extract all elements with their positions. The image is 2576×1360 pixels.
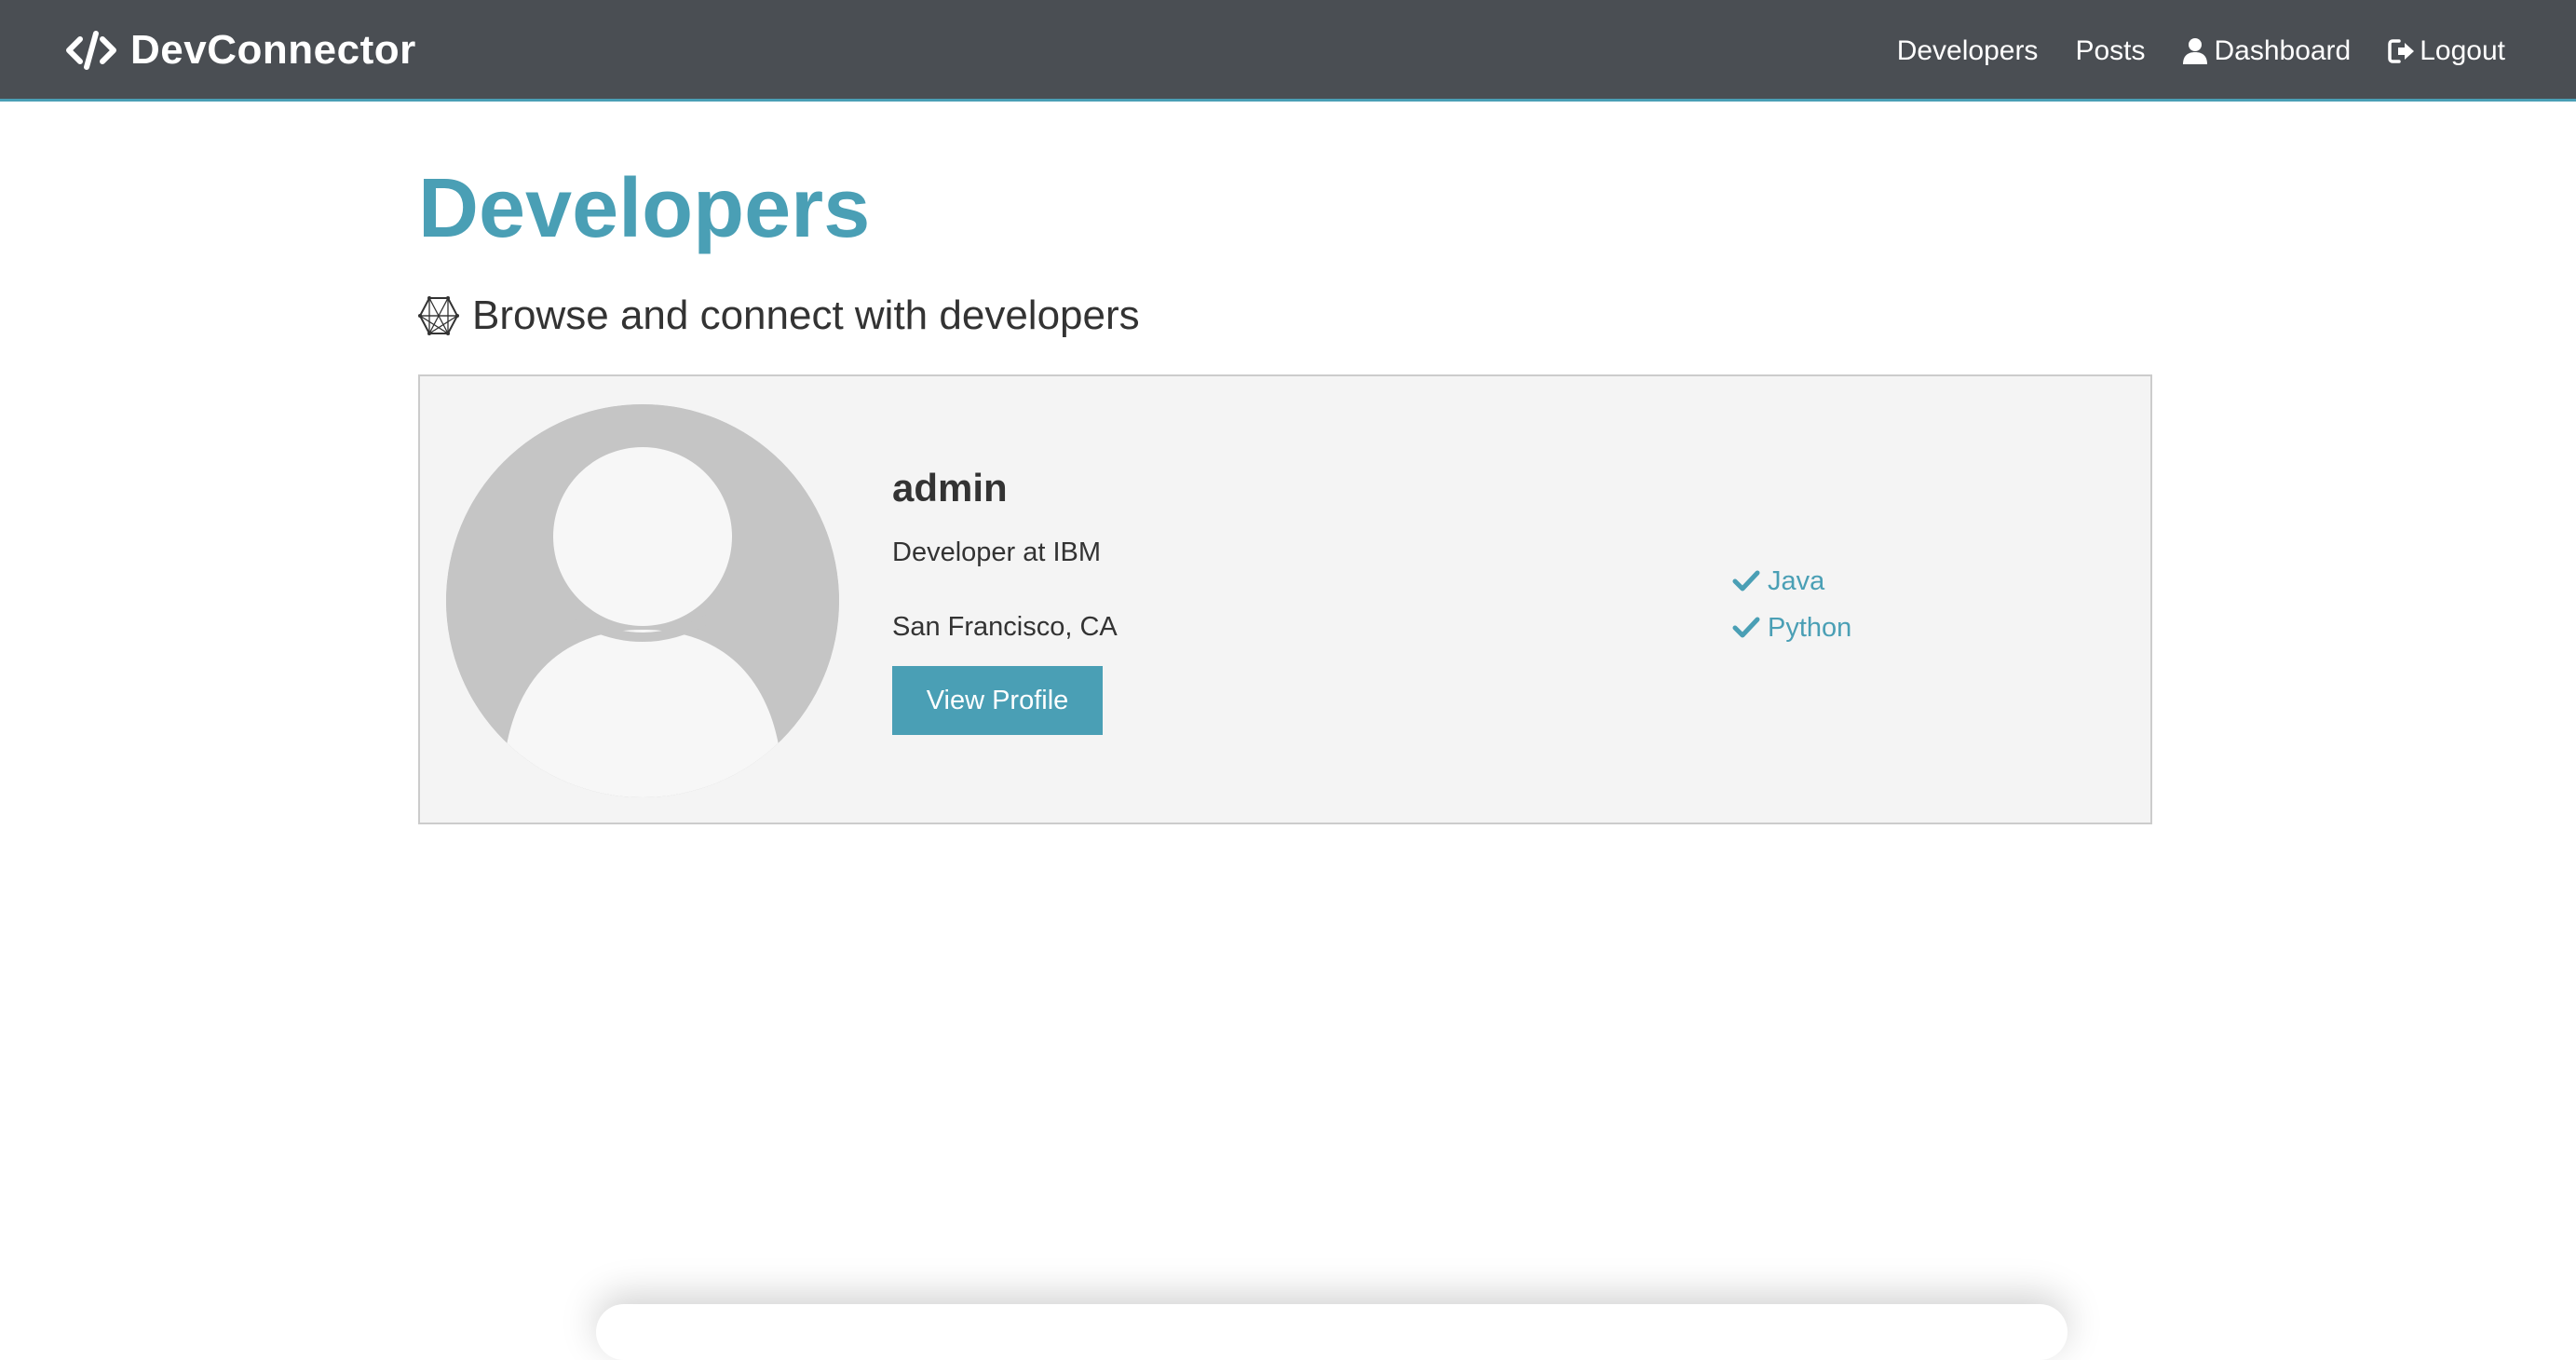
nav-link-developers-label: Developers	[1896, 35, 2039, 66]
sign-out-icon	[2388, 37, 2415, 65]
bottom-shadow-decoration	[596, 1304, 2068, 1360]
navbar: DevConnector Developers Posts Dashboard	[0, 0, 2576, 102]
profile-card: admin Developer at IBM San Francisco, CA…	[418, 374, 2152, 824]
skill-item: Java	[1732, 558, 1851, 605]
profile-location: San Francisco, CA	[892, 612, 1118, 642]
nav-link-logout[interactable]: Logout	[2388, 35, 2505, 67]
brand-logo-link[interactable]: DevConnector	[65, 22, 416, 78]
nav-link-posts[interactable]: Posts	[2075, 35, 2145, 67]
skills-list: Java Python	[1732, 558, 1851, 651]
nav-link-dashboard[interactable]: Dashboard	[2182, 35, 2351, 67]
profile-status: Developer at IBM	[892, 537, 1102, 567]
nav-link-dashboard-label: Dashboard	[2214, 35, 2352, 66]
connectdevelop-icon	[417, 295, 460, 336]
check-icon	[1732, 569, 1760, 593]
code-icon	[65, 30, 117, 71]
brand-name: DevConnector	[130, 27, 416, 73]
page-title: Developers	[418, 162, 871, 255]
user-icon	[2182, 37, 2208, 65]
nav-link-developers[interactable]: Developers	[1897, 35, 2039, 67]
avatar	[446, 404, 839, 797]
skill-label: Java	[1768, 565, 1825, 596]
page-lead: Browse and connect with developers	[417, 288, 1140, 344]
check-icon	[1732, 616, 1760, 640]
profile-name: admin	[892, 466, 1008, 510]
skill-label: Python	[1768, 612, 1852, 643]
page-lead-text: Browse and connect with developers	[472, 292, 1140, 338]
view-profile-button[interactable]: View Profile	[892, 666, 1103, 735]
nav-link-logout-label: Logout	[2420, 35, 2505, 66]
nav-links: Developers Posts Dashboard Logout	[1860, 26, 2505, 76]
nav-link-posts-label: Posts	[2075, 35, 2146, 66]
skill-item: Python	[1732, 605, 1851, 651]
profile-info: admin Developer at IBM San Francisco, CA…	[892, 465, 1118, 735]
